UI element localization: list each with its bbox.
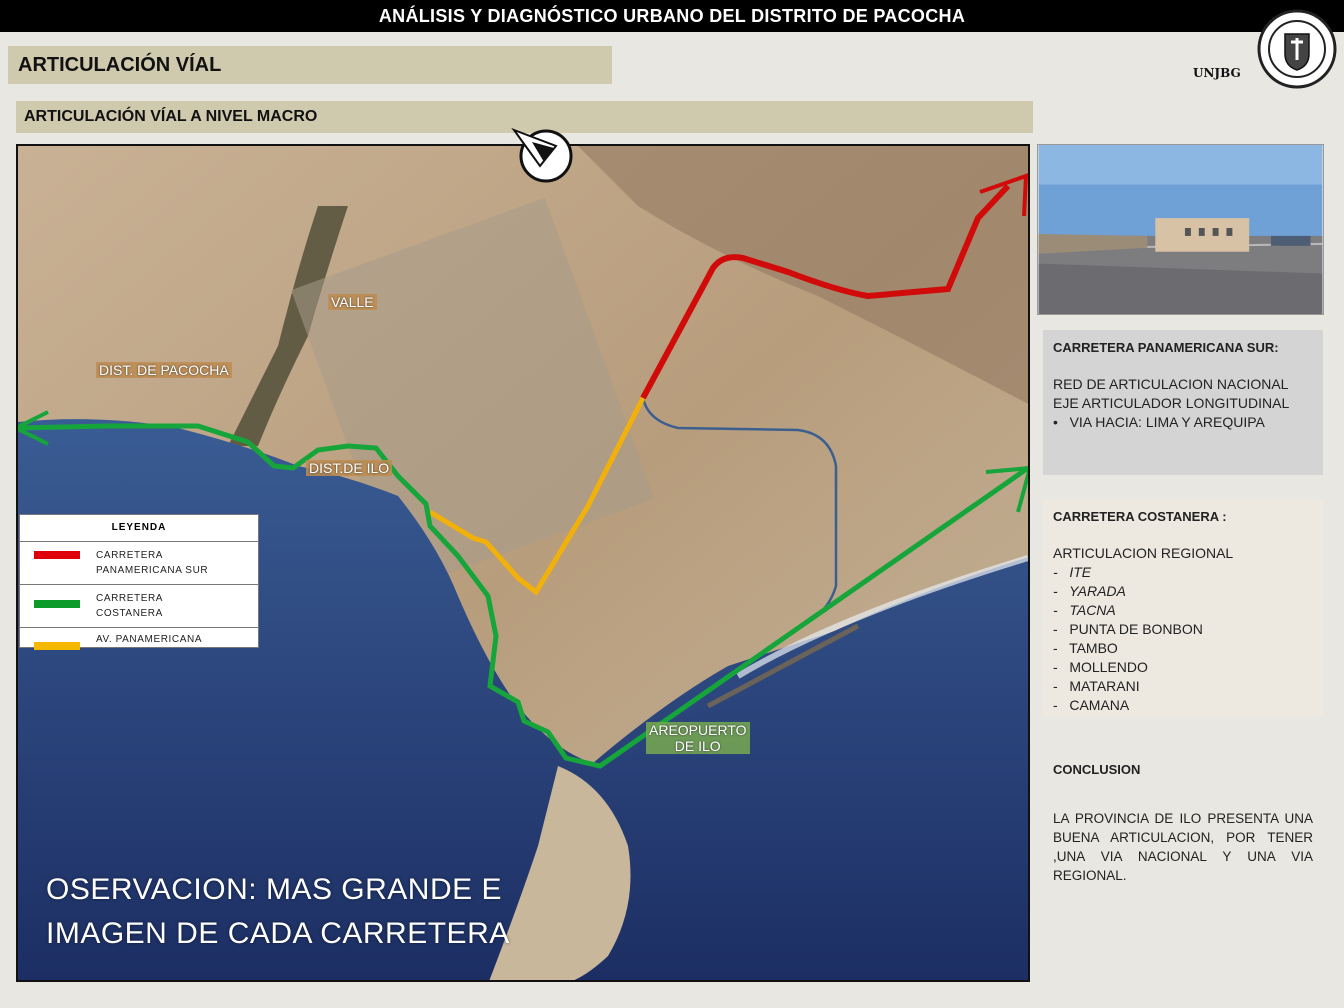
list-item: PUNTA DE BONBON (1053, 620, 1313, 639)
observation-line-1: OSERVACION: MAS GRANDE E (46, 873, 502, 906)
panamericana-bullet: VIA HACIA: LIMA Y AREQUIPA (1053, 413, 1313, 432)
legend-swatch-green (34, 600, 80, 608)
conclusion-card: CONCLUSION LA PROVINCIA DE ILO PRESENTA … (1043, 752, 1323, 902)
panamericana-line: EJE ARTICULADOR LONGITUDINAL (1053, 395, 1290, 411)
airport-line-1: AREOPUERTO (649, 722, 747, 738)
section-title: ARTICULACIÓN VÍAL (8, 46, 612, 84)
legend-item: AV. PANAMERICANA (20, 628, 258, 652)
satellite-map: VALLE DIST. DE PACOCHA DIST.DE ILO AREOP… (16, 144, 1030, 982)
label-dist-pacocha: DIST. DE PACOCHA (96, 362, 232, 378)
legend-label: CARRETERA PANAMERICANA SUR (96, 550, 209, 576)
conclusion-text: LA PROVINCIA DE ILO PRESENTA UNA BUENA A… (1053, 811, 1313, 883)
panamericana-title: CARRETERA PANAMERICANA SUR: (1053, 340, 1279, 355)
airport-line-2: DE ILO (674, 738, 721, 754)
university-seal-icon (1257, 9, 1337, 89)
list-item: MOLLENDO (1053, 658, 1313, 677)
list-item: TACNA (1053, 601, 1313, 620)
observation-line-2: IMAGEN DE CADA CARRETERA (46, 917, 510, 950)
legend-item: CARRETERA PANAMERICANA SUR (20, 542, 258, 585)
panamericana-info-card: CARRETERA PANAMERICANA SUR: RED DE ARTIC… (1043, 330, 1323, 475)
list-item: ITE (1053, 563, 1313, 582)
costanera-intro: ARTICULACION REGIONAL (1053, 545, 1234, 561)
legend-swatch-yellow (34, 642, 80, 650)
conclusion-title: CONCLUSION (1053, 762, 1141, 777)
costanera-title: CARRETERA COSTANERA : (1053, 509, 1227, 524)
observation-note: OSERVACION: MAS GRANDE E IMAGEN DE CADA … (46, 868, 526, 956)
label-dist-ilo: DIST.DE ILO (306, 460, 393, 476)
legend-label: CARRETERA COSTANERA (96, 593, 163, 619)
label-valle: VALLE (328, 294, 377, 310)
legend-item: CARRETERA COSTANERA (20, 585, 258, 628)
costanera-info-card: CARRETERA COSTANERA : ARTICULACION REGIO… (1043, 499, 1323, 717)
legend-swatch-red (34, 551, 80, 559)
label-airport: AREOPUERTO DE ILO (646, 722, 750, 754)
list-item: YARADA (1053, 582, 1313, 601)
page-header: ANÁLISIS Y DIAGNÓSTICO URBANO DEL DISTRI… (0, 0, 1344, 32)
list-item: TAMBO (1053, 639, 1313, 658)
legend-title: LEYENDA (20, 515, 258, 542)
map-legend: LEYENDA CARRETERA PANAMERICANA SUR CARRE… (19, 514, 259, 650)
north-arrow-icon (511, 127, 573, 183)
panamericana-line: RED DE ARTICULACION NACIONAL (1053, 376, 1289, 392)
legend-label: AV. PANAMERICANA (96, 634, 203, 645)
university-label: UNJBG (1193, 66, 1241, 80)
list-item: MATARANI (1053, 677, 1313, 696)
list-item: CAMANA (1053, 696, 1313, 715)
road-photo (1037, 144, 1324, 315)
